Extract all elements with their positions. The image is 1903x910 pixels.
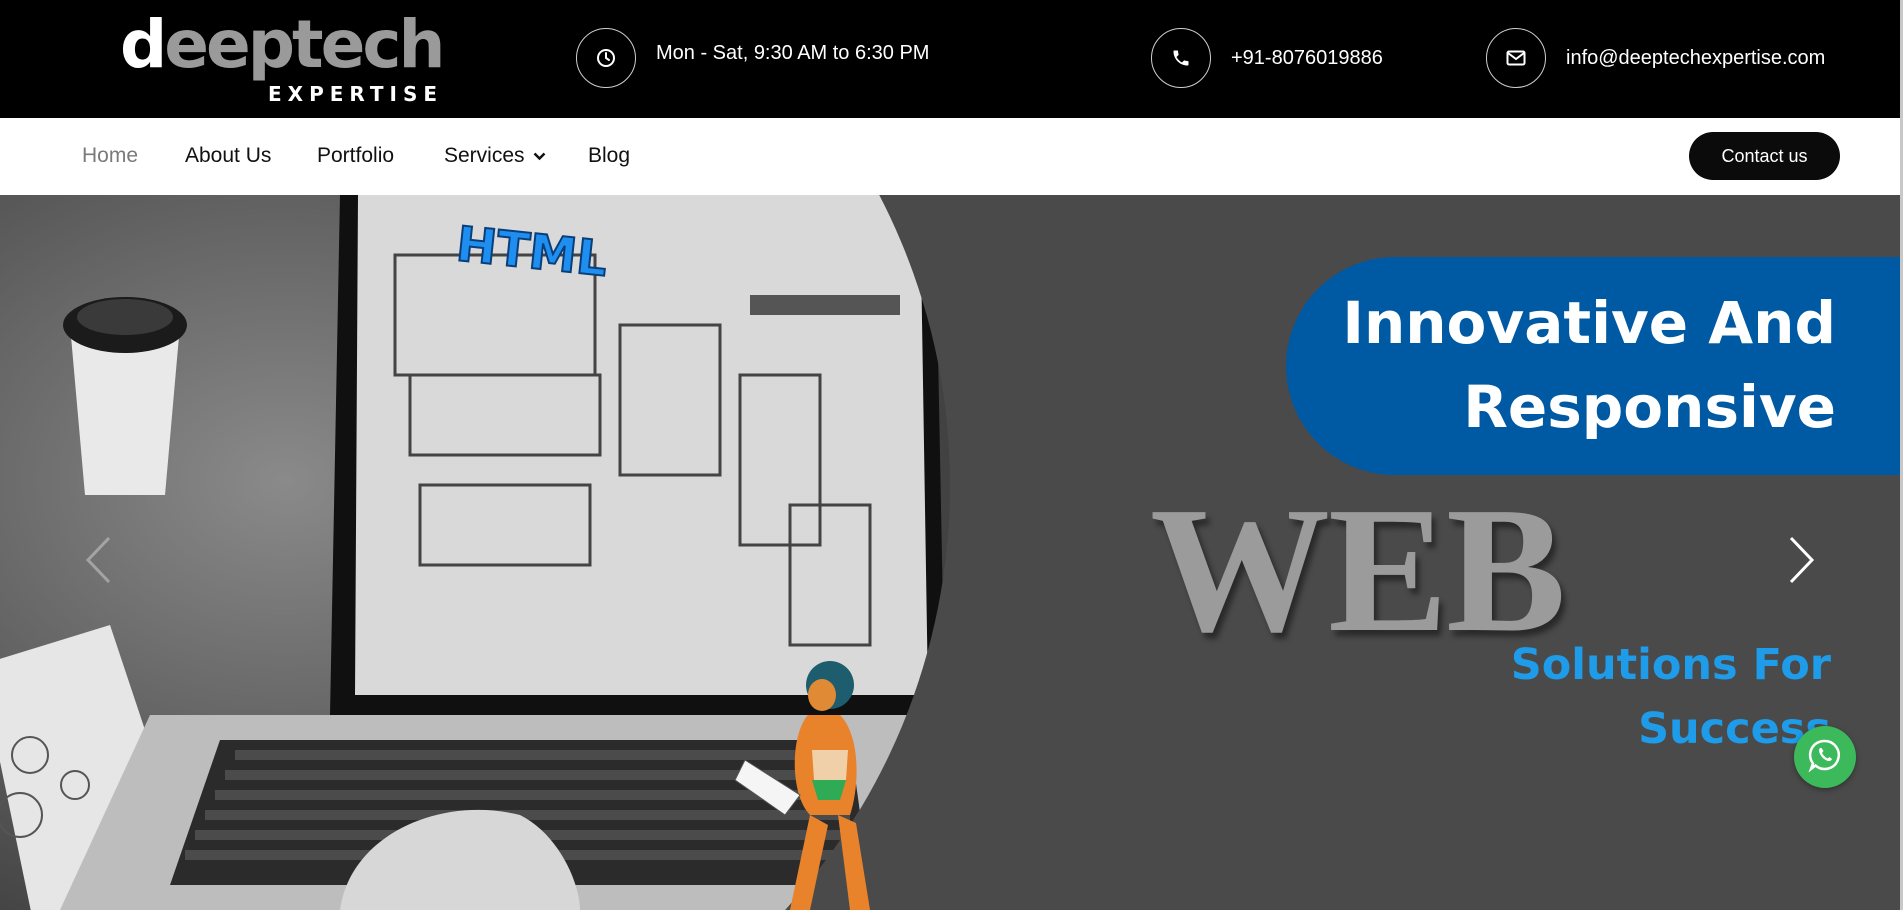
hero-headline-banner: Innovative And Responsive: [1286, 257, 1900, 475]
phone-text[interactable]: +91-8076019886: [1231, 47, 1383, 70]
chevron-down-icon: [533, 152, 546, 161]
hero-headline-line-1: Innovative And: [1342, 289, 1836, 357]
phone-contact[interactable]: +91-8076019886: [1151, 28, 1383, 88]
whatsapp-chat-button[interactable]: [1794, 726, 1856, 788]
nav-services[interactable]: Services: [444, 144, 546, 168]
main-nav: Home About Us Portfolio Services Blog: [0, 118, 1900, 195]
nav-home[interactable]: Home: [82, 144, 138, 168]
business-hours: Mon - Sat, 9:30 AM to 6:30 PM: [576, 28, 929, 88]
hero-slider: HTML Innovative And Responsive WEB Solut…: [0, 195, 1900, 910]
logo-wordmark: deeptech: [120, 12, 445, 78]
phone-icon: [1151, 28, 1211, 88]
hero-subheadline-line-1: Solutions For: [1510, 640, 1831, 690]
nav-blog[interactable]: Blog: [588, 144, 630, 168]
email-text[interactable]: info@deeptechexpertise.com: [1566, 47, 1825, 70]
logo-wordmark-grey: eeptech: [164, 6, 445, 83]
nav-portfolio[interactable]: Portfolio: [317, 144, 394, 168]
whatsapp-icon: [1808, 738, 1842, 777]
hours-text: Mon - Sat, 9:30 AM to 6:30 PM: [656, 41, 930, 64]
hero-headline-line-2: Responsive: [1463, 373, 1836, 441]
logo-wordmark-white: d: [120, 6, 167, 83]
hero-subheadline: Solutions For Success: [1511, 633, 1831, 761]
slider-prev-arrow-icon[interactable]: [78, 530, 118, 590]
logo[interactable]: deeptech EXPERTISE: [120, 8, 445, 108]
contact-us-button[interactable]: Contact us: [1689, 132, 1840, 180]
laptop-illustration-image: HTML: [0, 195, 950, 910]
hero-headline: Innovative And Responsive: [1342, 281, 1836, 449]
slider-next-arrow-icon[interactable]: [1782, 530, 1822, 590]
clock-icon: [576, 28, 636, 88]
nav-services-label: Services: [444, 144, 525, 167]
hero-subheadline-line-2: Success: [1638, 704, 1831, 754]
email-contact[interactable]: info@deeptechexpertise.com: [1486, 28, 1825, 88]
hero-big-word: WEB: [1150, 470, 1566, 669]
nav-about-us[interactable]: About Us: [185, 144, 271, 168]
logo-subtitle: EXPERTISE: [268, 82, 444, 106]
envelope-icon: [1486, 28, 1546, 88]
top-info-bar: deeptech EXPERTISE Mon - Sat, 9:30 AM to…: [0, 0, 1903, 118]
